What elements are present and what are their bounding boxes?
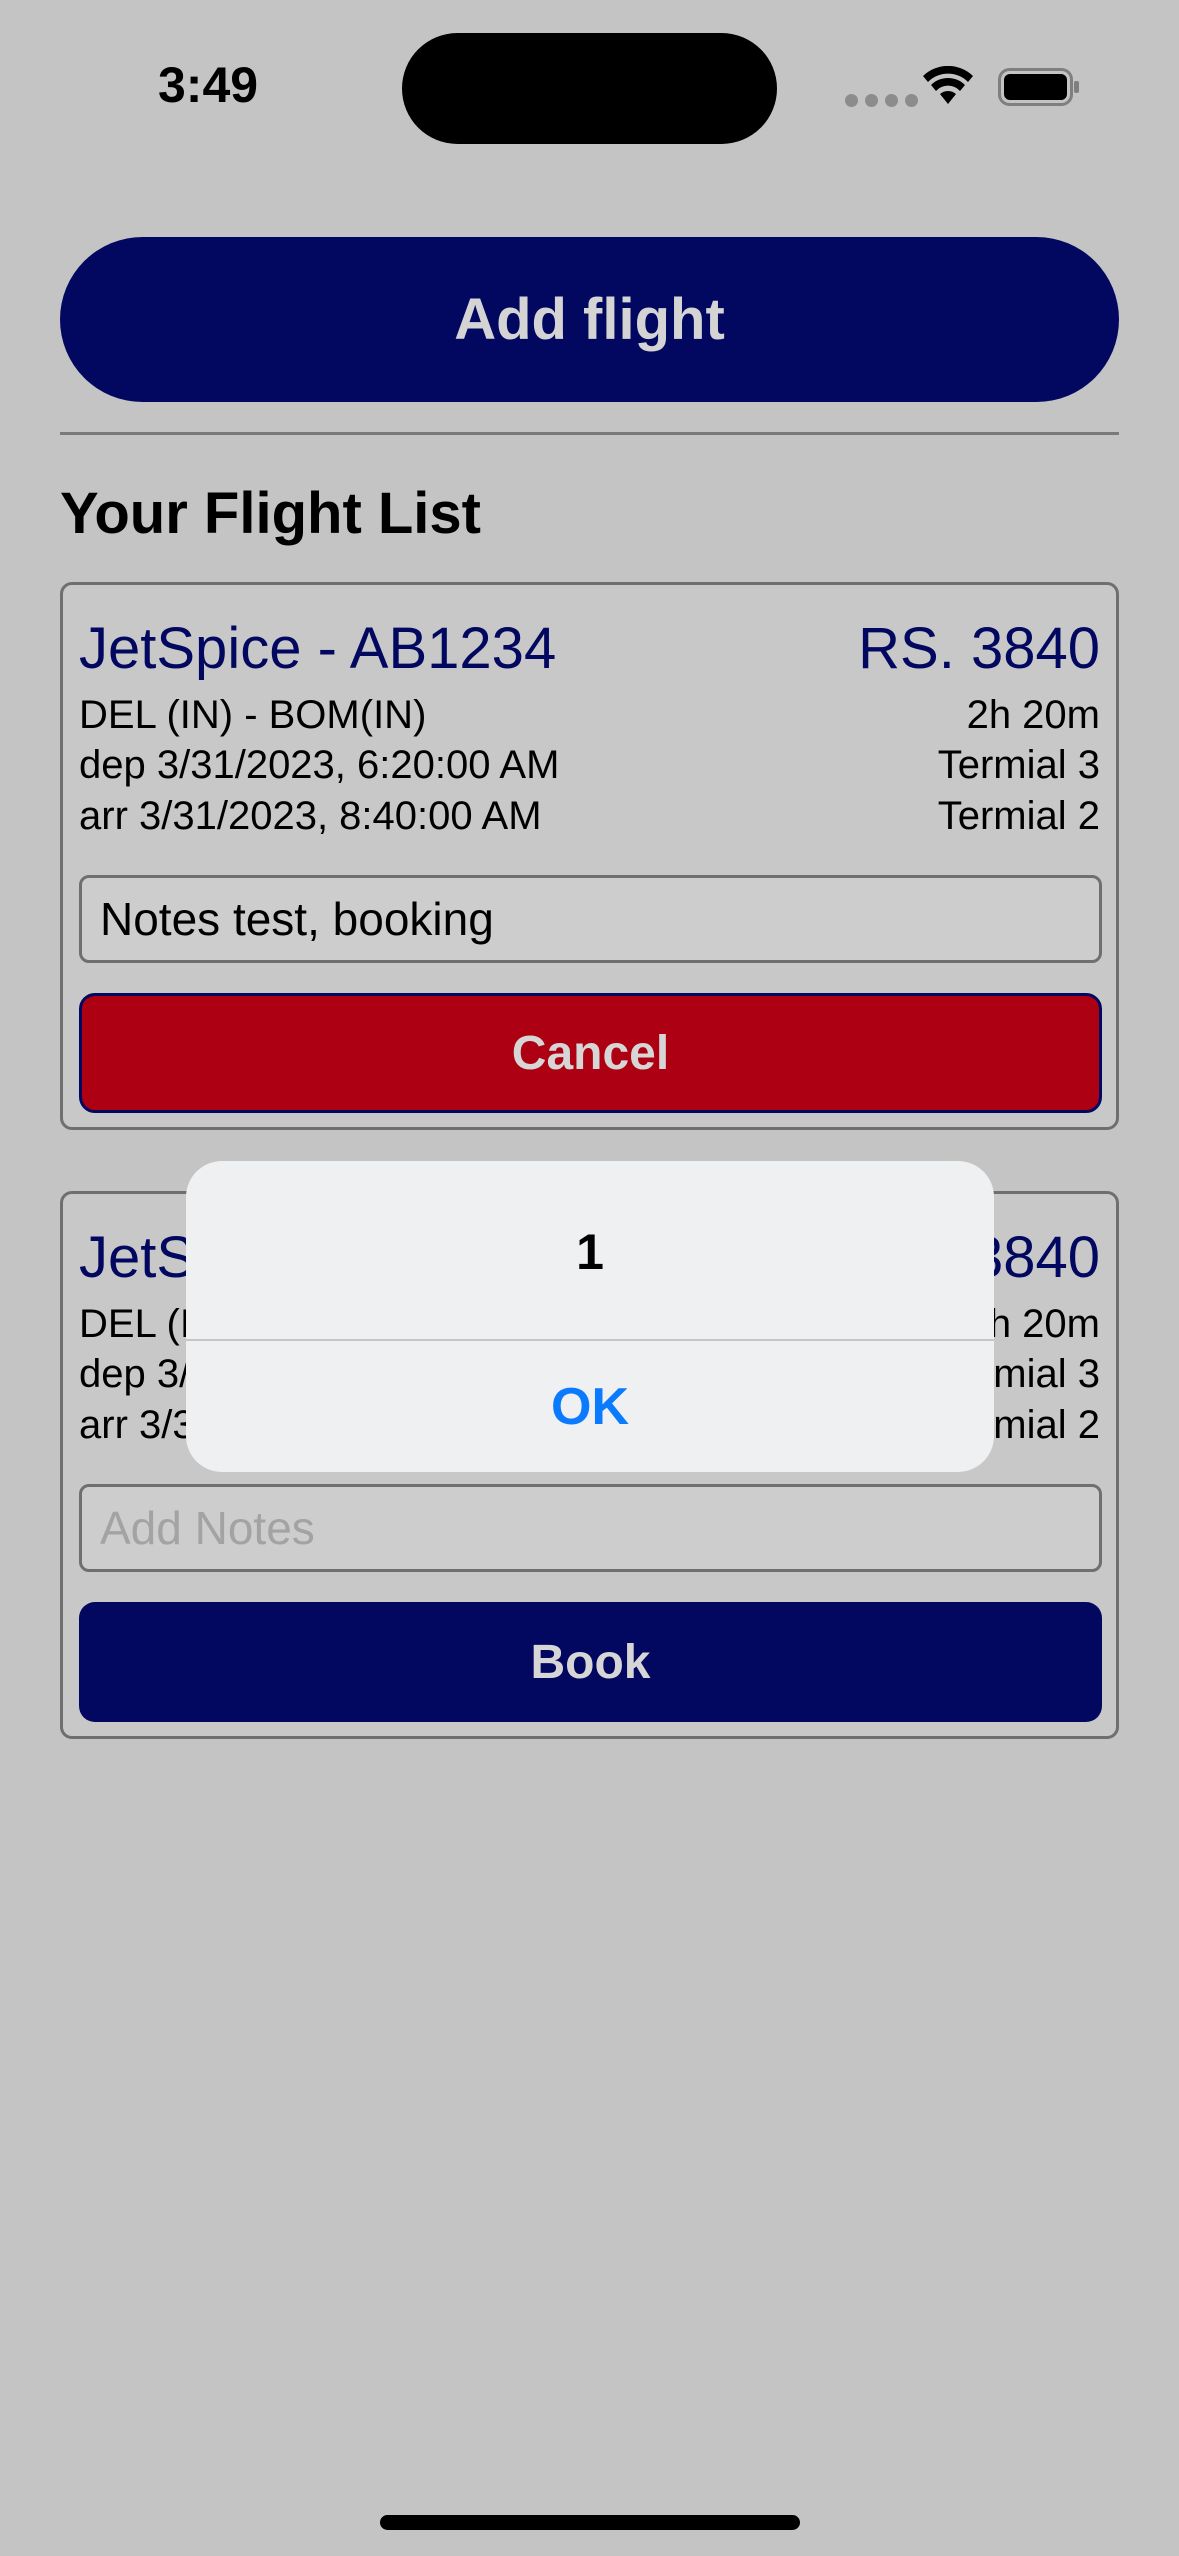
flight-airline-number: JetSpice - AB1234 <box>79 616 557 681</box>
flight-departure: dep 3/31/2023, 6:20:00 AM <box>79 743 560 787</box>
flight-route: DEL (IN) - BOM(IN) <box>79 693 427 737</box>
add-flight-button[interactable]: Add flight <box>60 237 1119 402</box>
alert-ok-button[interactable]: OK <box>186 1341 994 1472</box>
wifi-icon <box>923 66 973 104</box>
book-button[interactable]: Book <box>79 1602 1102 1722</box>
alert-dialog: 1 OK <box>186 1161 994 1472</box>
arrival-terminal: Termial 2 <box>937 794 1100 838</box>
notes-input[interactable] <box>79 875 1102 963</box>
flight-duration: 2h 20m <box>966 693 1100 737</box>
flight-list-title: Your Flight List <box>60 481 481 546</box>
signal-dots-icon <box>845 94 918 107</box>
flight-arrival: arr 3/31/2023, 8:40:00 AM <box>79 794 542 838</box>
home-indicator[interactable] <box>380 2515 800 2530</box>
departure-terminal: Termial 3 <box>937 743 1100 787</box>
flight-price: RS. 3840 <box>858 616 1100 681</box>
flight-card: JetSpice - AB1234 RS. 3840 DEL (IN) - BO… <box>60 582 1119 1130</box>
divider <box>60 432 1119 435</box>
status-time: 3:49 <box>158 57 259 113</box>
dynamic-island <box>402 33 777 144</box>
alert-title: 1 <box>576 1224 604 1280</box>
cancel-button[interactable]: Cancel <box>79 993 1102 1113</box>
notes-input[interactable] <box>79 1484 1102 1572</box>
battery-icon <box>998 68 1079 106</box>
